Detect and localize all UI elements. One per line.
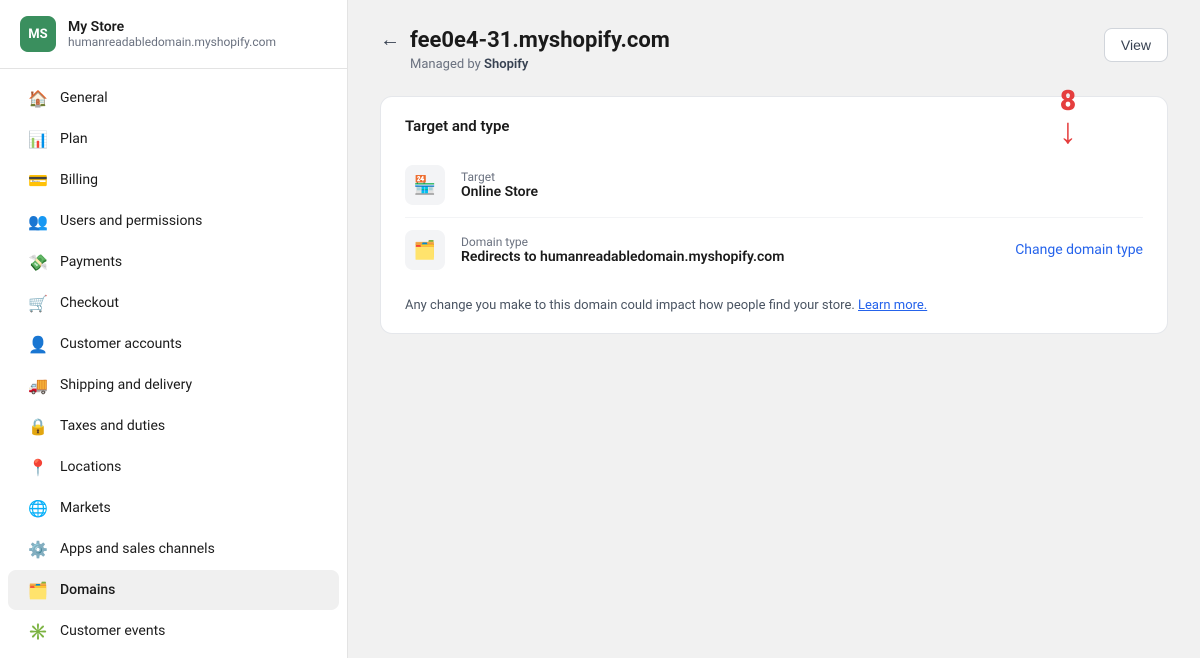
locations-icon: 📍 [28,457,48,477]
change-domain-type-link[interactable]: Change domain type [1015,242,1143,258]
sidebar-item-label-domains: Domains [60,582,115,598]
page-title: fee0e4-31.myshopify.com [410,28,670,53]
page-header-left: ← fee0e4-31.myshopify.com Managed by Sho… [380,28,670,72]
target-type-card: 8 ↓ Target and type 🏪 Target Online Stor… [380,96,1168,334]
users-icon: 👥 [28,211,48,231]
sidebar-item-label-shipping: Shipping and delivery [60,377,192,393]
domain-type-icon: 🗂️ [405,230,445,270]
customer-events-icon: ✳️ [28,621,48,641]
sidebar-item-label-customer-events: Customer events [60,623,165,639]
sidebar-item-label-locations: Locations [60,459,121,475]
checkout-icon: 🛒 [28,293,48,313]
store-domain: humanreadabledomain.myshopify.com [68,35,276,49]
sidebar-item-label-users: Users and permissions [60,213,202,229]
sidebar-item-label-plan: Plan [60,131,88,147]
store-avatar: MS [20,16,56,52]
target-row: 🏪 Target Online Store [405,153,1143,218]
sidebar-item-checkout[interactable]: 🛒 Checkout [8,283,339,323]
annotation: 8 ↓ [1059,87,1077,146]
sidebar-item-taxes[interactable]: 🔒 Taxes and duties [8,406,339,446]
annotation-arrow-icon: ↓ [1059,117,1077,146]
sidebar: MS My Store humanreadabledomain.myshopif… [0,0,348,658]
target-label: Target [461,170,538,184]
general-icon: 🏠 [28,88,48,108]
sidebar-item-apps[interactable]: ⚙️ Apps and sales channels [8,529,339,569]
sidebar-item-general[interactable]: 🏠 General [8,78,339,118]
sidebar-item-billing[interactable]: 💳 Billing [8,160,339,200]
billing-icon: 💳 [28,170,48,190]
sidebar-item-label-apps: Apps and sales channels [60,541,215,557]
page-title-row: ← fee0e4-31.myshopify.com [380,28,670,53]
sidebar-item-customer-accounts[interactable]: 👤 Customer accounts [8,324,339,364]
domain-type-value: Redirects to humanreadabledomain.myshopi… [461,249,784,265]
domains-icon: 🗂️ [28,580,48,600]
domain-type-content: Domain type Redirects to humanreadabledo… [461,235,784,265]
sidebar-item-label-billing: Billing [60,172,98,188]
target-content: Target Online Store [461,170,538,200]
taxes-icon: 🔒 [28,416,48,436]
sidebar-item-notifications[interactable]: 🔔Notifications [8,652,339,658]
store-info: My Store humanreadabledomain.myshopify.c… [68,19,276,49]
nav-list: 🏠 General 📊 Plan 💳 Billing 👥 Users and permissi… [0,69,347,658]
card-note: Any change you make to this domain could… [405,298,1143,313]
target-icon: 🏪 [405,165,445,205]
plan-icon: 📊 [28,129,48,149]
markets-icon: 🌐 [28,498,48,518]
sidebar-item-label-payments: Payments [60,254,122,270]
sidebar-item-customer-events[interactable]: ✳️ Customer events [8,611,339,651]
sidebar-item-label-checkout: Checkout [60,295,119,311]
domain-type-row: 🗂️ Domain type Redirects to humanreadabl… [405,218,1143,282]
sidebar-item-domains[interactable]: 🗂️ Domains [8,570,339,610]
sidebar-item-locations[interactable]: 📍 Locations [8,447,339,487]
sidebar-item-label-markets: Markets [60,500,111,516]
back-button[interactable]: ← [380,29,400,52]
store-header[interactable]: MS My Store humanreadabledomain.myshopif… [0,0,347,69]
sidebar-item-label-taxes: Taxes and duties [60,418,165,434]
target-value: Online Store [461,184,538,200]
store-name: My Store [68,19,276,35]
sidebar-item-users[interactable]: 👥 Users and permissions [8,201,339,241]
card-note-text: Any change you make to this domain could… [405,298,855,313]
sidebar-item-shipping[interactable]: 🚚 Shipping and delivery [8,365,339,405]
main-content: ← fee0e4-31.myshopify.com Managed by Sho… [348,0,1200,658]
shipping-icon: 🚚 [28,375,48,395]
page-header: ← fee0e4-31.myshopify.com Managed by Sho… [380,28,1168,72]
sidebar-item-label-customer-accounts: Customer accounts [60,336,182,352]
customer-accounts-icon: 👤 [28,334,48,354]
apps-icon: ⚙️ [28,539,48,559]
subtitle-prefix: Managed by [410,57,484,72]
payments-icon: 💸 [28,252,48,272]
sidebar-item-markets[interactable]: 🌐 Markets [8,488,339,528]
domain-type-label: Domain type [461,235,784,249]
sidebar-item-label-general: General [60,90,108,106]
view-button[interactable]: View [1104,28,1168,62]
page-subtitle: Managed by Shopify [380,57,670,72]
card-title: Target and type [405,117,1143,135]
learn-more-link[interactable]: Learn more. [858,298,927,313]
sidebar-item-plan[interactable]: 📊 Plan [8,119,339,159]
subtitle-brand: Shopify [484,57,528,72]
sidebar-item-payments[interactable]: 💸 Payments [8,242,339,282]
